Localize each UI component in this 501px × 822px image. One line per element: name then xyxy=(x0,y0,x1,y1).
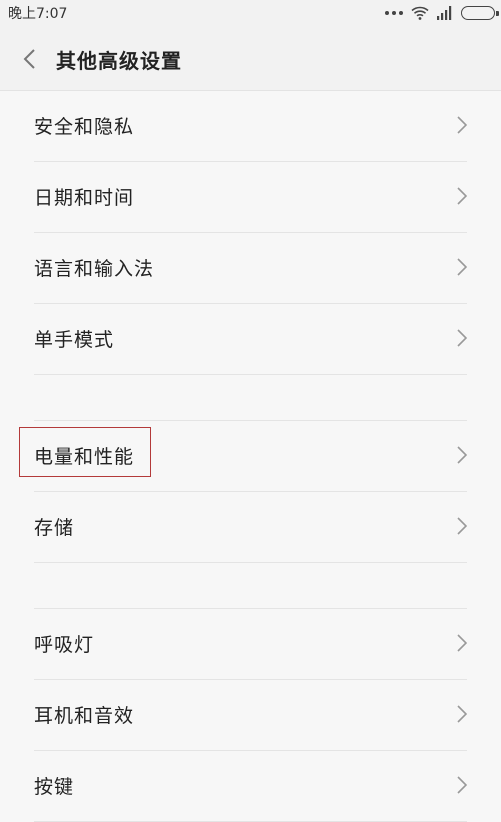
chevron-left-icon[interactable] xyxy=(22,48,38,70)
chevron-right-icon xyxy=(457,329,467,347)
header: 其他高级设置 xyxy=(0,26,501,91)
settings-item-headphones-audio[interactable]: 耳机和音效 xyxy=(34,680,467,751)
chevron-right-icon xyxy=(457,634,467,652)
settings-item-date-time[interactable]: 日期和时间 xyxy=(34,162,467,233)
settings-item-notification-light[interactable]: 呼吸灯 xyxy=(34,609,467,680)
settings-item-label: 按键 xyxy=(34,776,75,798)
settings-list: 安全和隐私 日期和时间 语言和输入法 单手模式 电量和性能 存储 呼吸灯 耳机和… xyxy=(0,91,501,822)
chevron-right-icon xyxy=(457,705,467,723)
signal-icon xyxy=(437,6,452,20)
settings-item-one-hand-mode[interactable]: 单手模式 xyxy=(34,304,467,375)
settings-item-label: 呼吸灯 xyxy=(34,634,95,656)
chevron-right-icon xyxy=(457,517,467,535)
chevron-right-icon xyxy=(457,776,467,794)
settings-item-label: 存储 xyxy=(34,517,75,539)
settings-item-storage[interactable]: 存储 xyxy=(34,492,467,563)
settings-item-language-input[interactable]: 语言和输入法 xyxy=(34,233,467,304)
settings-item-label: 耳机和音效 xyxy=(34,705,135,727)
battery-icon xyxy=(461,6,499,20)
status-bar: 晚上7:07 xyxy=(0,0,501,26)
settings-item-battery-performance[interactable]: 电量和性能 xyxy=(34,421,467,492)
settings-item-label: 日期和时间 xyxy=(34,187,135,209)
chevron-right-icon xyxy=(457,446,467,464)
settings-item-buttons[interactable]: 按键 xyxy=(34,751,467,822)
group-divider xyxy=(34,563,467,609)
more-dots-icon xyxy=(385,11,403,15)
settings-item-label: 单手模式 xyxy=(34,329,115,351)
status-time: 晚上7:07 xyxy=(8,6,68,22)
chevron-right-icon xyxy=(457,116,467,134)
status-icons xyxy=(385,4,499,22)
chevron-right-icon xyxy=(457,258,467,276)
page-title: 其他高级设置 xyxy=(56,49,182,73)
wifi-icon xyxy=(411,6,429,20)
group-divider xyxy=(34,375,467,421)
settings-item-security-privacy[interactable]: 安全和隐私 xyxy=(34,91,467,162)
chevron-right-icon xyxy=(457,187,467,205)
settings-item-label: 安全和隐私 xyxy=(34,116,135,138)
settings-item-label: 语言和输入法 xyxy=(34,258,155,280)
settings-item-label: 电量和性能 xyxy=(34,446,135,468)
